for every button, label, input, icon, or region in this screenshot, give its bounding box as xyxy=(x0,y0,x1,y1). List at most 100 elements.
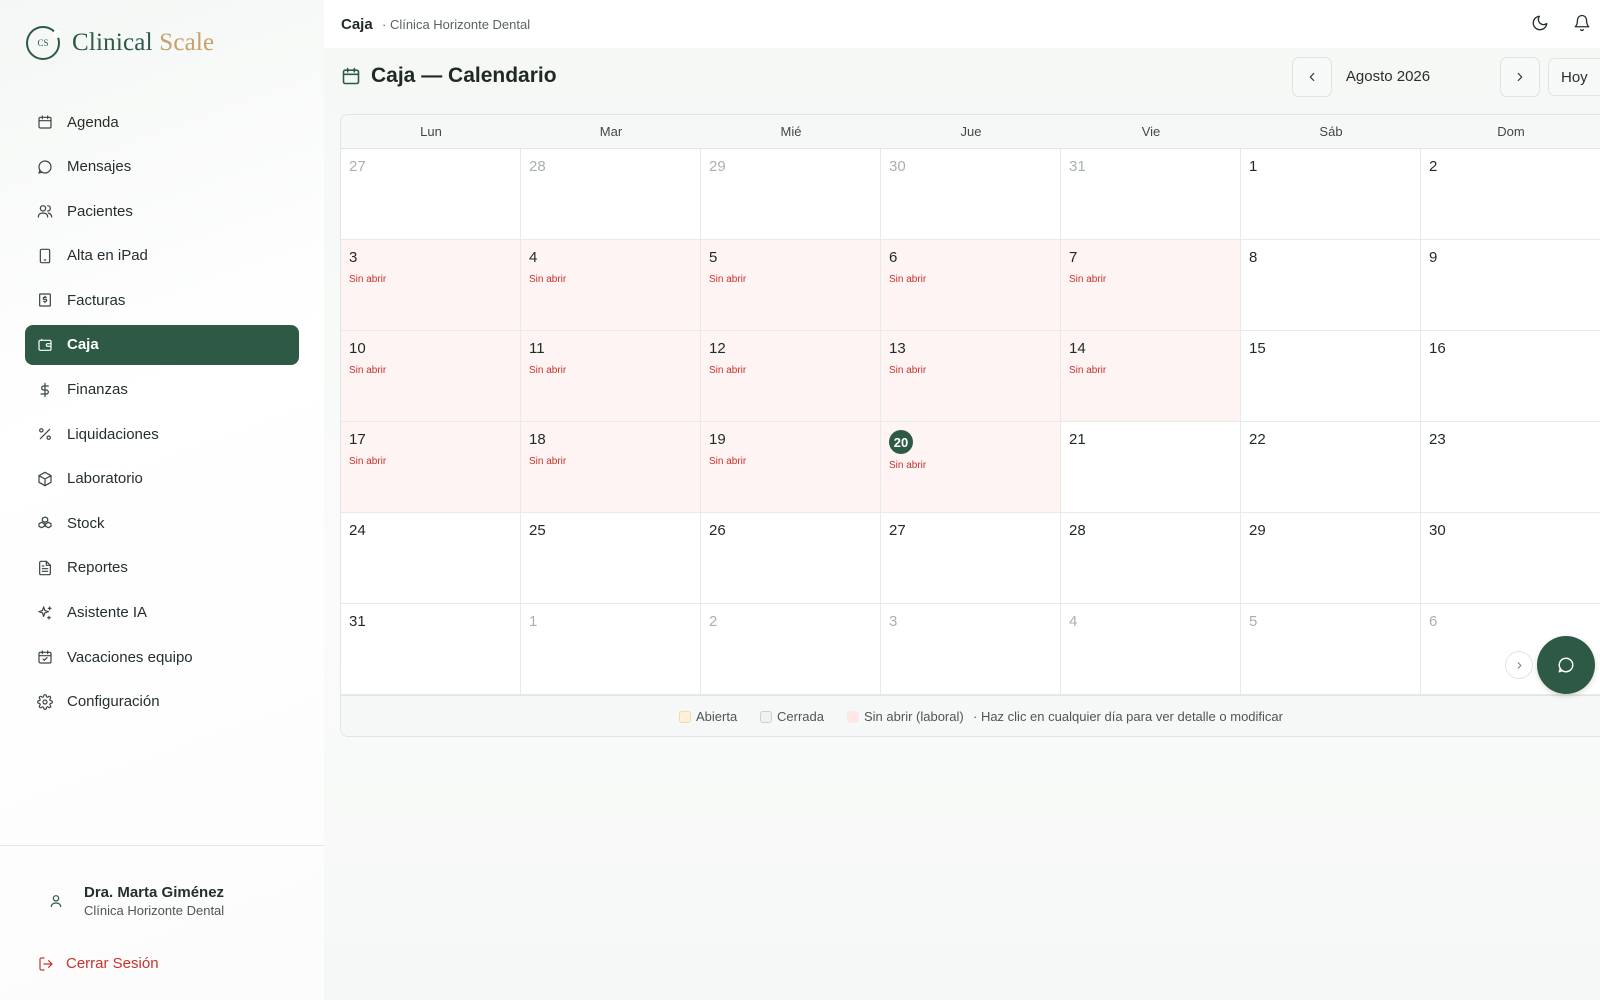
calendar-day[interactable]: 3 Sin abrir xyxy=(341,240,521,331)
calendar-day[interactable]: 13 Sin abrir xyxy=(881,331,1061,422)
sidebar-item-liquidaciones[interactable]: Liquidaciones xyxy=(25,414,299,454)
today-button[interactable]: Hoy xyxy=(1548,58,1600,96)
calendar-day[interactable]: 11 Sin abrir xyxy=(521,331,701,422)
chat-fab-button[interactable] xyxy=(1537,636,1595,694)
sidebar-item-alta-ipad[interactable]: Alta en iPad xyxy=(25,236,299,276)
calendar-day[interactable]: 8 xyxy=(1241,240,1421,331)
scroll-next-button[interactable] xyxy=(1505,651,1533,679)
day-number: 30 xyxy=(889,158,906,175)
day-status: Sin abrir xyxy=(1069,365,1107,376)
calendar-day[interactable]: 31 xyxy=(1061,149,1241,240)
calendar-day[interactable]: 4 xyxy=(1061,604,1241,695)
calendar-day[interactable]: 30 xyxy=(1421,513,1600,604)
gear-icon xyxy=(37,693,53,710)
calendar-day[interactable]: 31 xyxy=(341,604,521,695)
day-number: 28 xyxy=(529,158,546,175)
day-number: 10 xyxy=(349,340,366,357)
calendar-day[interactable]: 30 xyxy=(881,149,1061,240)
sidebar-item-agenda[interactable]: Agenda xyxy=(25,102,299,142)
sidebar-item-label: Liquidaciones xyxy=(67,425,159,443)
day-number: 6 xyxy=(889,249,898,266)
calendar-day[interactable]: 9 xyxy=(1421,240,1600,331)
sidebar-item-stock[interactable]: Stock xyxy=(25,503,299,543)
day-number: 24 xyxy=(349,522,366,539)
calendar-day[interactable]: 4 Sin abrir xyxy=(521,240,701,331)
calendar-day[interactable]: 27 xyxy=(881,513,1061,604)
day-number: 18 xyxy=(529,431,546,448)
calendar-day[interactable]: 29 xyxy=(701,149,881,240)
calendar-day[interactable]: 2 xyxy=(701,604,881,695)
calendar-day[interactable]: 6 Sin abrir xyxy=(881,240,1061,331)
breadcrumb: Caja xyxy=(341,16,373,33)
moon-icon xyxy=(1532,15,1548,31)
sidebar-item-asistente-ia[interactable]: Asistente IA xyxy=(25,593,299,633)
day-number: 1 xyxy=(1249,158,1258,175)
calendar-day[interactable]: 17 Sin abrir xyxy=(341,422,521,513)
app-logo[interactable]: CS Clinical Scale xyxy=(26,26,214,60)
calendar-day[interactable]: 23 xyxy=(1421,422,1600,513)
sidebar-item-mensajes[interactable]: Mensajes xyxy=(25,147,299,187)
calendar-icon xyxy=(38,115,52,129)
sidebar-item-pacientes[interactable]: Pacientes xyxy=(25,191,299,231)
calendar-day[interactable]: 18 Sin abrir xyxy=(521,422,701,513)
dollar-icon xyxy=(40,382,49,397)
sidebar-divider xyxy=(0,845,324,846)
calendar-day[interactable]: 10 Sin abrir xyxy=(341,331,521,422)
calendar-day[interactable]: 27 xyxy=(341,149,521,240)
calendar-day[interactable]: 28 xyxy=(1061,513,1241,604)
sidebar-item-label: Stock xyxy=(67,514,105,532)
calendar-day[interactable]: 25 xyxy=(521,513,701,604)
calendar-day[interactable]: 12 Sin abrir xyxy=(701,331,881,422)
day-number: 3 xyxy=(349,249,358,266)
calendar-day[interactable]: 15 xyxy=(1241,331,1421,422)
calendar-day[interactable]: 3 xyxy=(881,604,1061,695)
day-number: 6 xyxy=(1429,613,1438,630)
user-name: Dra. Marta Giménez xyxy=(84,884,225,901)
calendar-day[interactable]: 1 xyxy=(521,604,701,695)
day-number: 16 xyxy=(1429,340,1446,357)
day-number: 5 xyxy=(1249,613,1258,630)
sidebar-item-facturas[interactable]: Facturas xyxy=(25,280,299,320)
user-profile[interactable]: Dra. Marta Giménez Clínica Horizonte Den… xyxy=(48,884,224,918)
notifications-button[interactable] xyxy=(1573,14,1593,34)
next-month-button[interactable] xyxy=(1500,57,1540,97)
calendar-day[interactable]: 7 Sin abrir xyxy=(1061,240,1241,331)
day-status: Sin abrir xyxy=(709,456,747,467)
sidebar-item-finanzas[interactable]: Finanzas xyxy=(25,370,299,410)
day-status: Sin abrir xyxy=(349,456,387,467)
calendar-day[interactable]: 16 xyxy=(1421,331,1600,422)
day-number: 12 xyxy=(709,340,726,357)
day-number: 7 xyxy=(1069,249,1078,266)
sidebar-item-label: Agenda xyxy=(67,113,119,131)
theme-toggle-button[interactable] xyxy=(1531,14,1551,34)
weekday-label: Sáb xyxy=(1319,124,1343,139)
calendar-day[interactable]: 19 Sin abrir xyxy=(701,422,881,513)
sidebar-item-label: Finanzas xyxy=(67,381,128,399)
calendar-day-today[interactable]: 20 Sin abrir xyxy=(881,422,1061,513)
sidebar-item-reportes[interactable]: Reportes xyxy=(25,548,299,588)
day-status: Sin abrir xyxy=(349,365,387,376)
day-number: 30 xyxy=(1429,522,1446,539)
calendar-day[interactable]: 14 Sin abrir xyxy=(1061,331,1241,422)
calendar-day[interactable]: 2 xyxy=(1421,149,1600,240)
calendar-day[interactable]: 26 xyxy=(701,513,881,604)
user-icon xyxy=(50,895,62,908)
day-number: 17 xyxy=(349,431,366,448)
calendar-legend: Abierta Cerrada Sin abrir (laboral) · Ha… xyxy=(341,695,1600,736)
calendar-day[interactable]: 1 xyxy=(1241,149,1421,240)
calendar-day[interactable]: 5 Sin abrir xyxy=(701,240,881,331)
sidebar-item-vacaciones[interactable]: Vacaciones equipo xyxy=(25,637,299,677)
package-icon xyxy=(38,471,52,487)
day-status: Sin abrir xyxy=(1069,274,1107,285)
calendar-day[interactable]: 21 xyxy=(1061,422,1241,513)
calendar-day[interactable]: 28 xyxy=(521,149,701,240)
sidebar-item-configuracion[interactable]: Configuración xyxy=(25,682,299,722)
sidebar-item-caja[interactable]: Caja xyxy=(25,324,299,365)
sidebar-item-laboratorio[interactable]: Laboratorio xyxy=(25,459,299,499)
calendar-day[interactable]: 22 xyxy=(1241,422,1421,513)
logout-button[interactable]: Cerrar Sesión xyxy=(38,955,159,972)
calendar-day[interactable]: 5 xyxy=(1241,604,1421,695)
calendar-day[interactable]: 24 xyxy=(341,513,521,604)
calendar-icon xyxy=(342,67,360,85)
calendar-day[interactable]: 29 xyxy=(1241,513,1421,604)
